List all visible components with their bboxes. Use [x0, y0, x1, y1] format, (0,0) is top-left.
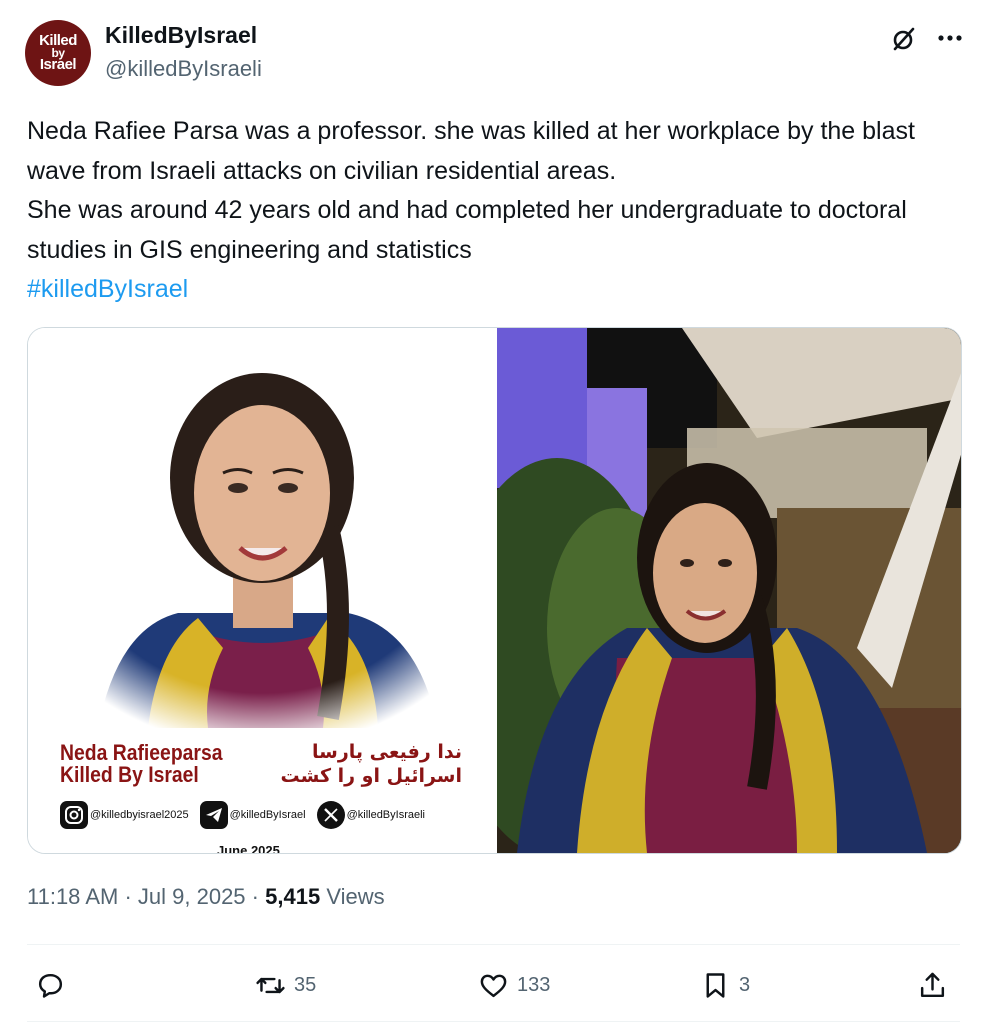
portrait-illustration	[28, 328, 496, 728]
x-logo-icon	[316, 801, 345, 829]
poster-social-telegram: @killedByIsrael	[199, 801, 306, 829]
more-options-icon[interactable]	[935, 24, 965, 50]
divider-top	[27, 944, 960, 945]
avatar[interactable]: Killed by Israel	[25, 20, 91, 86]
photo-image[interactable]	[497, 328, 961, 853]
avatar-text-line3: Israel	[39, 56, 77, 74]
instagram-icon	[60, 801, 88, 829]
poster-date: June 2025	[217, 843, 280, 854]
divider-bottom	[27, 1021, 960, 1022]
reply-icon	[38, 973, 63, 998]
tweet-actions: 35 133 3	[27, 964, 960, 1006]
poster-social-x: @killedByIsraeli	[316, 801, 425, 829]
tweet-media[interactable]: Neda Rafieeparsa Killed By Israel ندا رف…	[27, 327, 962, 854]
bookmark-icon	[706, 972, 725, 998]
like-button[interactable]: 133	[478, 964, 550, 1006]
poster-instagram-handle: @killedbyisrael2025	[90, 809, 189, 821]
tweet-time[interactable]: 11:18 AM	[27, 884, 118, 909]
poster-name-en-line1: Neda Rafieeparsa	[60, 740, 223, 765]
heart-icon	[480, 974, 507, 997]
tweet-text: Neda Rafiee Parsa was a professor. she w…	[27, 112, 957, 310]
night-terrace-photo	[497, 328, 961, 853]
reply-button[interactable]	[35, 964, 74, 1006]
tweet-header: Killed by Israel KilledByIsrael @killedB…	[25, 20, 965, 86]
meta-separator-1: ·	[124, 884, 132, 909]
poster-name-fa-line2: اسرائیل او را کشت	[280, 765, 463, 787]
like-count: 133	[517, 973, 551, 996]
bookmark-count: 3	[739, 973, 751, 996]
views-label: Views	[326, 884, 385, 909]
poster-name-fa-line1: ندا رفیعی پارسا	[312, 741, 462, 763]
poster-name-en-line2: Killed By Israel	[60, 762, 199, 787]
bookmark-button[interactable]: 3	[700, 964, 750, 1006]
retweet-icon	[256, 977, 285, 993]
tweet-paragraph-2: She was around 42 years old and had comp…	[27, 196, 907, 264]
poster-social-instagram: @killedbyisrael2025	[60, 801, 189, 829]
memorial-poster-image[interactable]: Neda Rafieeparsa Killed By Israel ندا رف…	[28, 328, 497, 853]
hashtag-link[interactable]: #killedByIsrael	[27, 275, 188, 303]
retweet-button[interactable]: 35	[255, 964, 316, 1006]
retweet-count: 35	[294, 973, 317, 996]
tweet-meta: 11:18 AM · Jul 9, 2025 · 5,415 Views	[27, 884, 385, 910]
views-count: 5,415	[265, 884, 321, 909]
poster-name-english: Neda Rafieeparsa Killed By Israel	[60, 742, 222, 786]
share-icon	[920, 972, 945, 997]
poster-x-handle: @killedByIsraeli	[346, 809, 425, 821]
tweet-paragraph-1: Neda Rafiee Parsa was a professor. she w…	[27, 117, 915, 185]
tweet-date[interactable]: Jul 9, 2025	[138, 884, 246, 909]
share-button[interactable]	[917, 964, 956, 1006]
telegram-icon	[199, 801, 228, 829]
author-handle[interactable]: @killedByIsraeli	[105, 56, 262, 82]
grok-icon[interactable]	[891, 26, 917, 52]
poster-social-handles: @killedbyisrael2025 @killedByIsrael @kil…	[60, 800, 470, 830]
author-display-name[interactable]: KilledByIsrael	[105, 22, 257, 49]
poster-telegram-handle: @killedByIsrael	[229, 809, 306, 821]
meta-separator-2: ·	[251, 884, 259, 909]
poster-name-persian: ندا رفیعی پارسا اسرائیل او را کشت	[281, 740, 463, 788]
